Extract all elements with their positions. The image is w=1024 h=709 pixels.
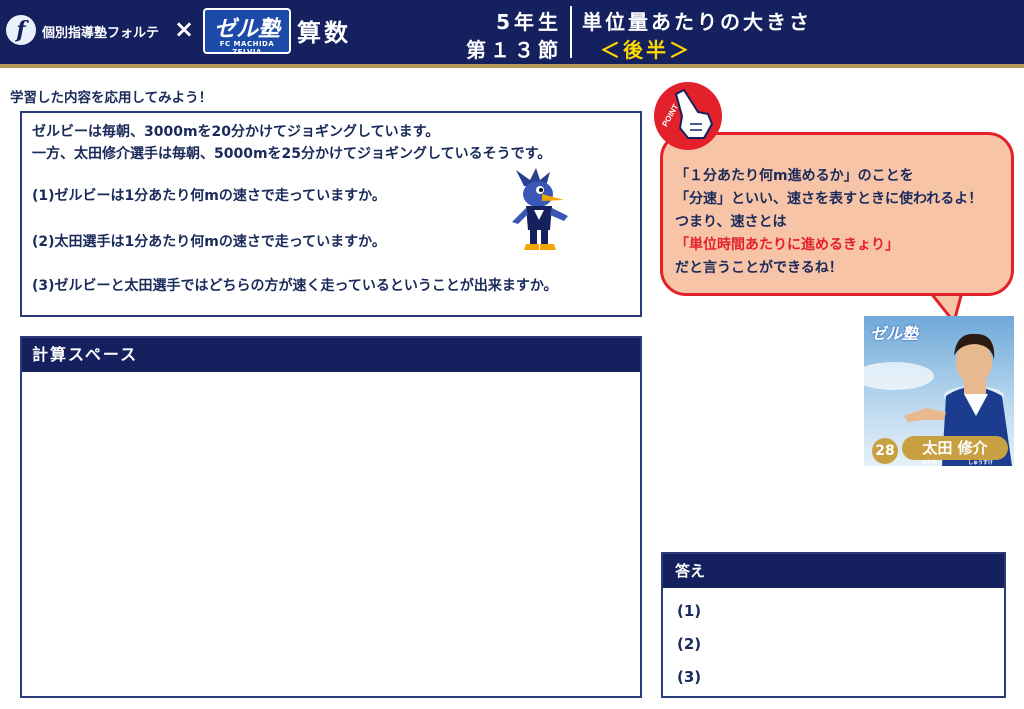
player-name-reading-given: しゅうすけ [968, 460, 994, 466]
answer-item-3[interactable]: (3) [677, 668, 701, 686]
player-photo: ゼル塾 28 太田 修介 おおた しゅうすけ [864, 316, 1014, 466]
player-name: 太田 修介 [902, 436, 1008, 460]
answer-title: 答え [663, 554, 1004, 588]
player-number-badge: 28 [872, 438, 898, 464]
answer-box[interactable]: 答え (1) (2) (3) [661, 552, 1006, 698]
player-name-reading-family: おおた [922, 460, 938, 466]
point-hand-icon: POINT [654, 82, 722, 150]
answer-item-1[interactable]: (1) [677, 602, 701, 620]
answer-item-2[interactable]: (2) [677, 635, 701, 653]
